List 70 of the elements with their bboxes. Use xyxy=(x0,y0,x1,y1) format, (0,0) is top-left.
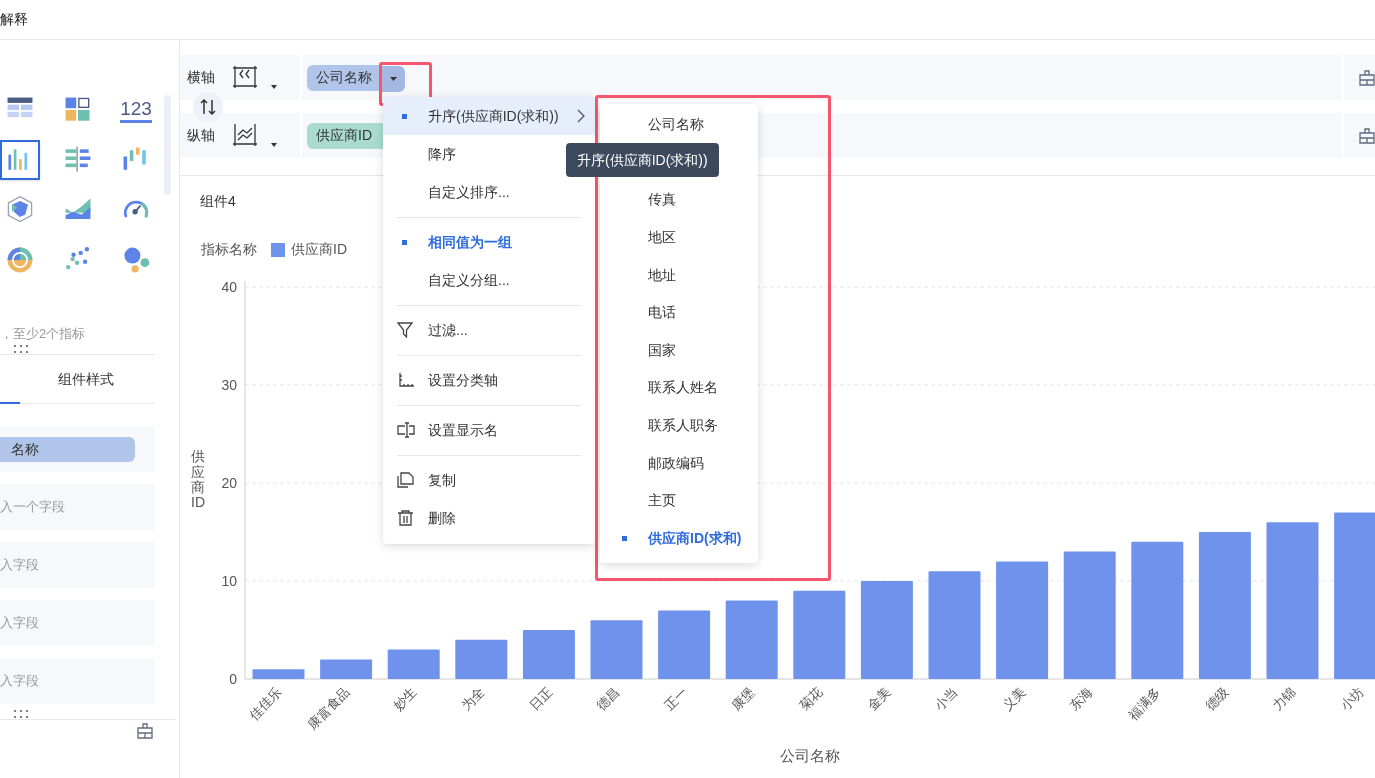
submenu-item[interactable]: 电话 xyxy=(600,293,758,332)
legend-label: 供应商ID xyxy=(291,240,347,259)
page-title: 解释 xyxy=(0,10,28,29)
x-tick-label: 妙生 xyxy=(390,684,420,714)
y-tick-label: 0 xyxy=(229,671,237,687)
y-axis-title: 供应商ID xyxy=(191,449,205,511)
x-tick-label: 德昌 xyxy=(593,684,623,714)
brush-icon[interactable] xyxy=(1359,69,1375,86)
x-tick-label: 小当 xyxy=(931,684,961,714)
brush-icon[interactable] xyxy=(137,723,153,739)
x-tick-label: 金美 xyxy=(864,684,893,714)
brush-icon[interactable] xyxy=(1359,127,1375,144)
x-tick-label: 小坊 xyxy=(1337,684,1367,714)
y-tick-label: 20 xyxy=(221,475,237,491)
dropdown-button[interactable] xyxy=(382,66,405,92)
x-tick-label: 力锦 xyxy=(1269,684,1299,714)
drag-handle-icon[interactable] xyxy=(12,345,30,354)
submenu-item[interactable]: 传真 xyxy=(600,181,758,219)
menu-item[interactable]: 升序(供应商ID(求和)) xyxy=(383,97,595,135)
text-cursor-icon xyxy=(396,422,415,438)
submenu-item[interactable]: 地址 xyxy=(600,256,758,294)
chart-type-option[interactable] xyxy=(0,140,40,180)
x-tick-label: 康富食品 xyxy=(304,684,353,732)
x-tick-label: 义美 xyxy=(999,684,1029,714)
trash-icon xyxy=(396,510,415,526)
swap-icon xyxy=(200,98,216,116)
submenu-item[interactable]: 地区 xyxy=(600,218,758,257)
drop-placeholder: 入字段 xyxy=(0,614,39,633)
y-tick-label: 30 xyxy=(221,377,237,393)
drag-handle-icon[interactable] xyxy=(12,710,30,719)
submenu-item[interactable]: 国家 xyxy=(600,331,758,370)
x-tick-label: 康堡 xyxy=(728,684,758,714)
legend-title: 指标名称 xyxy=(201,240,257,259)
tooltip: 升序(供应商ID(求和)) xyxy=(566,143,719,177)
y-tick-label: 40 xyxy=(221,279,237,295)
field-chip[interactable]: 名称 xyxy=(0,436,135,462)
caret-icon[interactable] xyxy=(271,85,277,90)
x-tick-label: 日正 xyxy=(526,684,555,714)
axis-field-chip[interactable]: 公司名称 xyxy=(307,64,379,91)
x-tick-label: 为全 xyxy=(458,684,488,714)
hint-text: ，至少2个指标 xyxy=(0,325,86,343)
copy-icon xyxy=(396,472,415,488)
drop-placeholder: 入字段 xyxy=(0,556,39,575)
x-tick-label: 正一 xyxy=(661,684,691,714)
caret-icon[interactable] xyxy=(271,143,277,148)
submenu-item[interactable]: 邮政编码 xyxy=(600,444,758,482)
component-title: 组件4 xyxy=(200,192,236,211)
drop-placeholder: 入字段 xyxy=(0,672,39,691)
check-mark-icon xyxy=(621,535,627,541)
y-tick-label: 10 xyxy=(221,573,237,589)
x-tick-label: 佳佳乐 xyxy=(246,684,285,723)
axis-icon xyxy=(396,372,415,388)
submenu-item[interactable]: 公司名称 xyxy=(600,106,758,144)
submenu-item[interactable]: 联系人姓名 xyxy=(600,369,758,407)
axis-type-icon[interactable] xyxy=(232,123,258,147)
x-tick-label: 福满多 xyxy=(1125,684,1164,723)
axis-label: 纵轴 xyxy=(187,126,215,145)
x-tick-label: 菊花 xyxy=(796,684,826,714)
filter-icon xyxy=(396,322,415,338)
axis-label: 横轴 xyxy=(187,68,215,87)
axis-type-icon[interactable] xyxy=(232,65,258,89)
x-axis-title: 公司名称 xyxy=(780,747,840,764)
x-tick-label: 德级 xyxy=(1202,684,1231,714)
style-tab[interactable]: 组件样式 xyxy=(58,368,114,390)
submenu-item[interactable]: 主页 xyxy=(600,481,758,520)
submenu-item[interactable]: 供应商ID(求和) xyxy=(600,519,758,558)
caret-icon xyxy=(390,76,397,82)
submenu-item[interactable]: 联系人职务 xyxy=(600,406,758,445)
chart-type-option[interactable]: 123 xyxy=(116,90,156,130)
x-tick-label: 东海 xyxy=(1066,684,1096,714)
